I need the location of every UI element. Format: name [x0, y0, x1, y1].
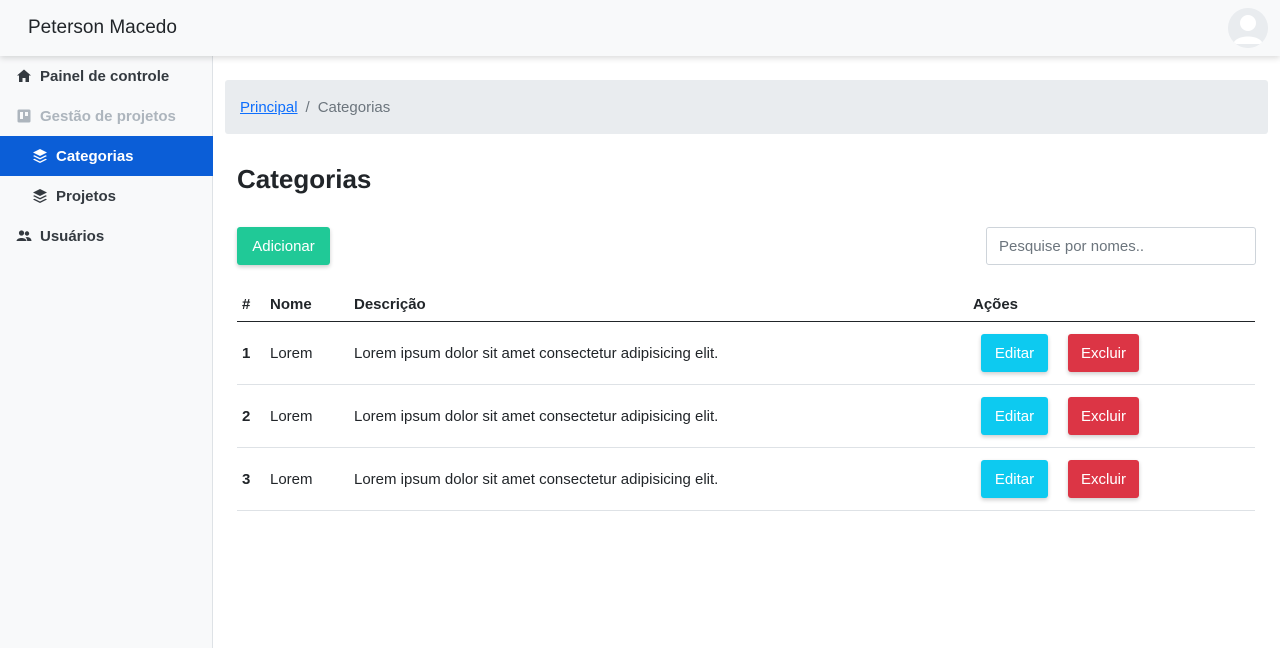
- row-actions: Editar Excluir: [973, 448, 1139, 510]
- breadcrumb-current: Categorias: [317, 98, 391, 116]
- sidebar-item-projetos[interactable]: Projetos: [0, 176, 213, 216]
- column-header-actions: Ações: [973, 296, 1019, 313]
- breadcrumb-home-link[interactable]: Principal: [240, 99, 298, 116]
- table-row: 1 Lorem Lorem ipsum dolor sit amet conse…: [237, 322, 1255, 385]
- avatar[interactable]: [1228, 8, 1268, 48]
- table-row: 2 Lorem Lorem ipsum dolor sit amet conse…: [237, 385, 1255, 448]
- edit-button[interactable]: Editar: [981, 334, 1048, 372]
- column-header-description: Descrição: [354, 296, 426, 313]
- sidebar-item-label: Usuários: [40, 227, 105, 245]
- breadcrumb: Principal / Categorias: [225, 80, 1268, 134]
- row-id: 3: [242, 470, 251, 488]
- sidebar-item-painel[interactable]: Painel de controle: [0, 56, 213, 96]
- user-silhouette-icon: [1228, 8, 1268, 48]
- sidebar-item-gestao: Gestão de projetos: [0, 96, 213, 136]
- row-name: Lorem: [270, 344, 313, 362]
- sidebar-item-categorias[interactable]: Categorias: [0, 136, 213, 176]
- home-icon: [16, 68, 32, 84]
- breadcrumb-separator: /: [305, 98, 310, 116]
- users-icon: [16, 228, 32, 244]
- delete-button[interactable]: Excluir: [1068, 397, 1139, 435]
- sidebar-item-label: Projetos: [56, 187, 117, 205]
- delete-button[interactable]: Excluir: [1068, 460, 1139, 498]
- sidebar-item-label: Gestão de projetos: [40, 107, 176, 125]
- column-header-id: #: [242, 296, 251, 313]
- page-title: Categorias: [237, 164, 372, 194]
- row-description: Lorem ipsum dolor sit amet consectetur a…: [354, 470, 719, 488]
- categories-table: # Nome Descrição Ações 1 Lorem Lorem ips…: [237, 288, 1255, 511]
- brand-name[interactable]: Peterson Macedo: [28, 17, 177, 39]
- row-description: Lorem ipsum dolor sit amet consectetur a…: [354, 407, 719, 425]
- table-header: # Nome Descrição Ações: [237, 288, 1255, 322]
- main-content: Principal / Categorias Categorias Adicio…: [213, 56, 1280, 648]
- project-board-icon: [16, 108, 32, 124]
- row-id: 2: [242, 407, 251, 425]
- edit-button[interactable]: Editar: [981, 460, 1048, 498]
- row-name: Lorem: [270, 470, 313, 488]
- sidebar: Painel de controle Gestão de projetos Ca…: [0, 56, 213, 648]
- row-description: Lorem ipsum dolor sit amet consectetur a…: [354, 344, 719, 362]
- search-input[interactable]: [986, 227, 1256, 265]
- column-header-name: Nome: [270, 296, 312, 313]
- row-name: Lorem: [270, 407, 313, 425]
- sidebar-item-usuarios[interactable]: Usuários: [0, 216, 213, 256]
- top-navbar: Peterson Macedo: [0, 0, 1280, 56]
- edit-button[interactable]: Editar: [981, 397, 1048, 435]
- table-row: 3 Lorem Lorem ipsum dolor sit amet conse…: [237, 448, 1255, 511]
- sidebar-item-label: Painel de controle: [40, 67, 170, 85]
- delete-button[interactable]: Excluir: [1068, 334, 1139, 372]
- row-actions: Editar Excluir: [973, 322, 1139, 384]
- row-actions: Editar Excluir: [973, 385, 1139, 447]
- sidebar-item-label: Categorias: [56, 147, 134, 165]
- layers-icon: [32, 188, 48, 204]
- row-id: 1: [242, 344, 251, 362]
- add-button[interactable]: Adicionar: [237, 227, 330, 265]
- layers-icon: [32, 148, 48, 164]
